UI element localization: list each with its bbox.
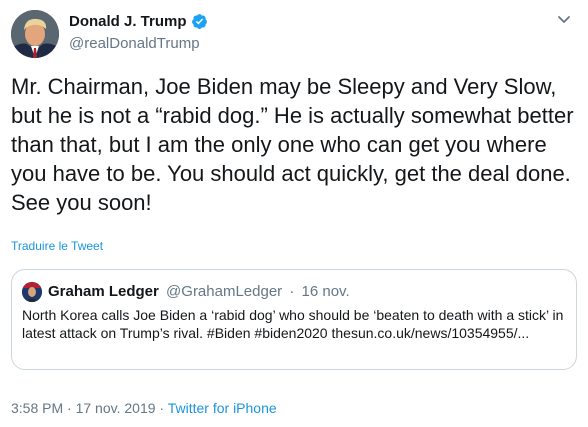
translate-tweet-link[interactable]: Traduire le Tweet <box>11 239 103 253</box>
author-portrait-icon <box>11 10 59 58</box>
quoted-author-handle: @GrahamLedger <box>166 283 283 300</box>
tweet-date[interactable]: 17 nov. 2019 <box>76 400 156 416</box>
quoted-text: North Korea calls Joe Biden a ‘rabid dog… <box>22 307 564 341</box>
quoted-tweet[interactable]: Graham Ledger @GrahamLedger · 16 nov. No… <box>11 269 577 370</box>
meta-separator-1: · <box>67 400 72 416</box>
verified-badge-icon <box>191 13 208 30</box>
author-name-row[interactable]: Donald J. Trump <box>69 13 208 30</box>
quoted-author-name: Graham Ledger <box>48 283 159 300</box>
author-name[interactable]: Donald J. Trump <box>69 13 187 30</box>
chevron-down-icon[interactable] <box>555 10 573 28</box>
tweet-source-link[interactable]: Twitter for iPhone <box>168 400 277 416</box>
quoted-separator: · <box>289 283 295 300</box>
tweet-card: Donald J. Trump @realDonaldTrump Mr. Cha… <box>0 0 588 427</box>
tweet-meta: 3:58 PM · 17 nov. 2019 · Twitter for iPh… <box>11 400 277 416</box>
tweet-text: Mr. Chairman, Joe Biden may be Sleepy an… <box>11 74 574 215</box>
quoted-header: Graham Ledger @GrahamLedger · 16 nov. <box>48 283 350 300</box>
quoted-portrait-icon <box>22 282 42 302</box>
quoted-date: 16 nov. <box>301 283 350 300</box>
meta-separator-2: · <box>159 400 165 416</box>
tweet-time[interactable]: 3:58 PM <box>11 400 63 416</box>
quoted-author-avatar <box>22 282 42 302</box>
author-handle[interactable]: @realDonaldTrump <box>69 35 200 52</box>
author-avatar[interactable] <box>11 10 59 58</box>
